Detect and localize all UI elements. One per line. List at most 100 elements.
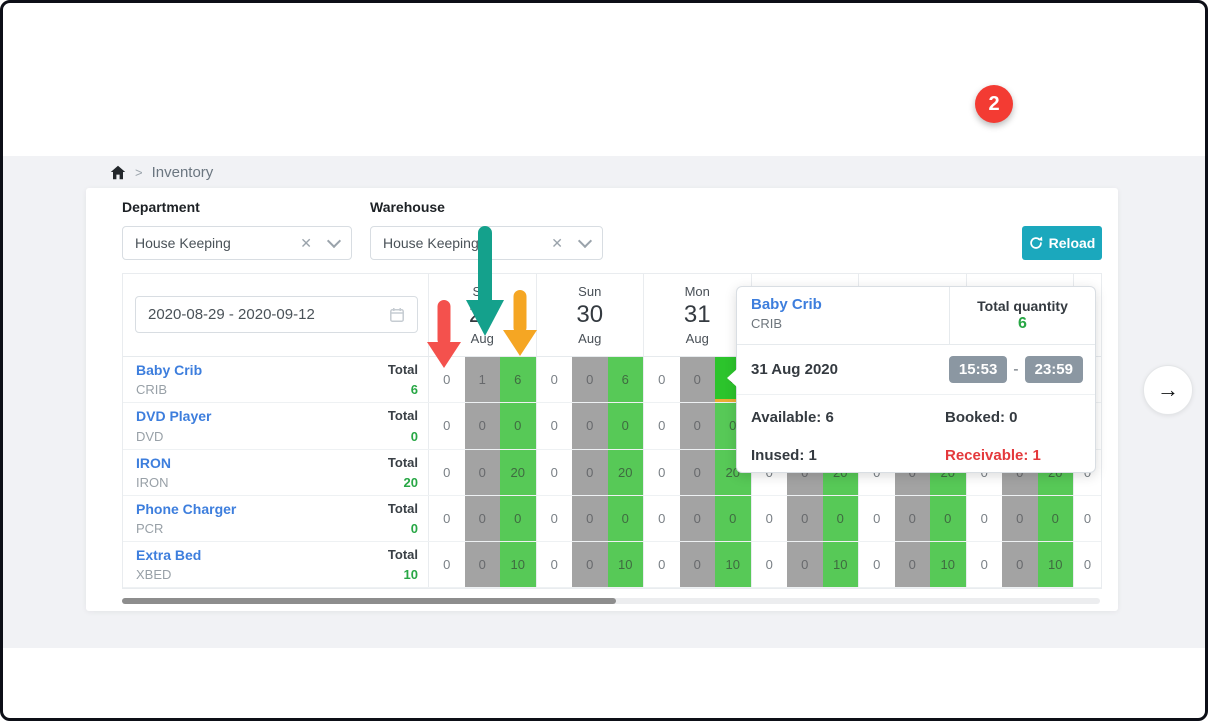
grid-cell[interactable]: 20	[500, 450, 536, 495]
department-select[interactable]: House Keeping ✕	[122, 226, 352, 260]
grid-cell[interactable]: 0	[572, 357, 608, 402]
total-value: 20	[404, 475, 418, 490]
grid-cell[interactable]: 0	[429, 496, 465, 541]
grid-cell[interactable]: 0	[1073, 542, 1101, 587]
chevron-down-icon[interactable]	[327, 234, 341, 248]
grid-cell[interactable]: 0	[967, 542, 1003, 587]
grid-cell[interactable]: 0	[644, 450, 680, 495]
item-name-link[interactable]: DVD Player	[136, 408, 211, 424]
grid-cell[interactable]: 0	[537, 357, 573, 402]
day-column: 000	[428, 403, 536, 448]
grid-cell[interactable]: 0	[680, 357, 716, 402]
grid-cell[interactable]: 0	[895, 542, 931, 587]
grid-cell[interactable]: 0	[752, 496, 788, 541]
calendar-icon[interactable]	[389, 307, 405, 323]
grid-cell[interactable]: 0	[1002, 542, 1038, 587]
grid-cell[interactable]: 0	[644, 357, 680, 402]
grid-cell[interactable]: 0	[572, 403, 608, 448]
popover-item-link[interactable]: Baby Crib	[751, 296, 949, 313]
item-cell-left: Phone ChargerPCR	[136, 501, 236, 536]
grid-cell[interactable]: 0	[680, 450, 716, 495]
item-name-link[interactable]: Phone Charger	[136, 501, 236, 517]
stat-receivable: Receivable: 1	[945, 447, 1095, 464]
grid-cell[interactable]: 0	[967, 496, 1003, 541]
grid-cell[interactable]: 0	[537, 450, 573, 495]
grid-cell[interactable]: 0	[823, 496, 859, 541]
grid-cell[interactable]: 0	[787, 542, 823, 587]
grid-cell[interactable]: 10	[715, 542, 751, 587]
grid-cell[interactable]: 0	[715, 496, 751, 541]
grid-cell[interactable]: 0	[859, 542, 895, 587]
grid-cell[interactable]: 0	[644, 403, 680, 448]
grid-cell[interactable]: 0	[500, 403, 536, 448]
grid-cell[interactable]: 0	[500, 496, 536, 541]
time-from-badge: 15:53	[949, 356, 1007, 383]
grid-cell[interactable]: 6	[500, 357, 536, 402]
grid-cell[interactable]: 0	[1038, 496, 1074, 541]
grid-cell[interactable]: 10	[930, 542, 966, 587]
grid-cell[interactable]: 0	[787, 496, 823, 541]
grid-cell[interactable]: 10	[1038, 542, 1074, 587]
grid-cell[interactable]: 0	[680, 496, 716, 541]
clear-icon[interactable]: ✕	[551, 235, 563, 252]
grid-cell[interactable]: 0	[537, 403, 573, 448]
item-cell-left: DVD PlayerDVD	[136, 408, 211, 443]
grid-cell[interactable]: 0	[895, 496, 931, 541]
grid-cell[interactable]: 0	[465, 496, 501, 541]
grid-cell[interactable]: 0	[429, 450, 465, 495]
grid-cell[interactable]: 0	[752, 542, 788, 587]
grid-cell[interactable]: 6	[608, 357, 644, 402]
item-name-link[interactable]: Extra Bed	[136, 547, 201, 563]
grid-cell[interactable]: 0	[572, 450, 608, 495]
item-name-link[interactable]: IRON	[136, 455, 171, 471]
next-button[interactable]: →	[1143, 365, 1193, 415]
day-column: 000	[536, 403, 644, 448]
home-icon[interactable]	[110, 165, 126, 181]
grid-cell[interactable]: 0	[608, 496, 644, 541]
grid-cell[interactable]: 0	[1002, 496, 1038, 541]
grid-cell[interactable]: 0	[930, 496, 966, 541]
grid-cell[interactable]: 0	[680, 403, 716, 448]
horizontal-scrollbar[interactable]	[122, 598, 1100, 604]
day-header: Sun30Aug	[536, 274, 644, 356]
popover-date-row: 31 Aug 2020 15:53 - 23:59	[737, 345, 1095, 395]
scrollbar-thumb[interactable]	[122, 598, 616, 604]
reload-button[interactable]: Reload	[1022, 226, 1102, 260]
total-value: 0	[411, 521, 418, 536]
grid-cell[interactable]: 0	[537, 496, 573, 541]
grid-cell[interactable]: 0	[537, 542, 573, 587]
grid-cell[interactable]: 0	[680, 542, 716, 587]
grid-cell[interactable]: 0	[465, 450, 501, 495]
refresh-icon	[1029, 236, 1043, 250]
grid-cell[interactable]: 0	[429, 542, 465, 587]
grid-cell[interactable]: 0	[644, 542, 680, 587]
grid-cell[interactable]: 20	[608, 450, 644, 495]
grid-cell[interactable]: 0	[1073, 496, 1101, 541]
grid-cell[interactable]: 0	[859, 496, 895, 541]
clear-icon[interactable]: ✕	[300, 235, 312, 252]
item-cell-right: Total20	[388, 455, 418, 490]
date-range-input[interactable]: 2020-08-29 - 2020-09-12	[135, 296, 418, 333]
grid-cell[interactable]: 0	[608, 403, 644, 448]
grid-cell[interactable]: 0	[572, 496, 608, 541]
item-cell-right: Total10	[388, 547, 418, 582]
time-to-badge: 23:59	[1025, 356, 1083, 383]
grid-cell[interactable]: 0	[644, 496, 680, 541]
item-cell-right: Total0	[388, 501, 418, 536]
grid-cell[interactable]: 1	[465, 357, 501, 402]
grid-cell[interactable]: 0	[465, 542, 501, 587]
grid-cell[interactable]: 10	[500, 542, 536, 587]
grid-cell[interactable]: 10	[608, 542, 644, 587]
grid-cell[interactable]: 10	[823, 542, 859, 587]
item-cell-left: Extra BedXBED	[136, 547, 201, 582]
grid-cell[interactable]: 0	[572, 542, 608, 587]
chevron-down-icon[interactable]	[578, 234, 592, 248]
grid-cell[interactable]: 0	[429, 403, 465, 448]
inventory-row: Phone ChargerPCRTotal0000000000000000000…	[123, 496, 1101, 542]
grid-cell[interactable]: 0	[465, 403, 501, 448]
total-value: 10	[404, 567, 418, 582]
day-column: 0010	[428, 542, 536, 587]
item-name-link[interactable]: Baby Crib	[136, 362, 202, 378]
department-label: Department	[122, 199, 200, 215]
day-column: 000	[966, 496, 1074, 541]
